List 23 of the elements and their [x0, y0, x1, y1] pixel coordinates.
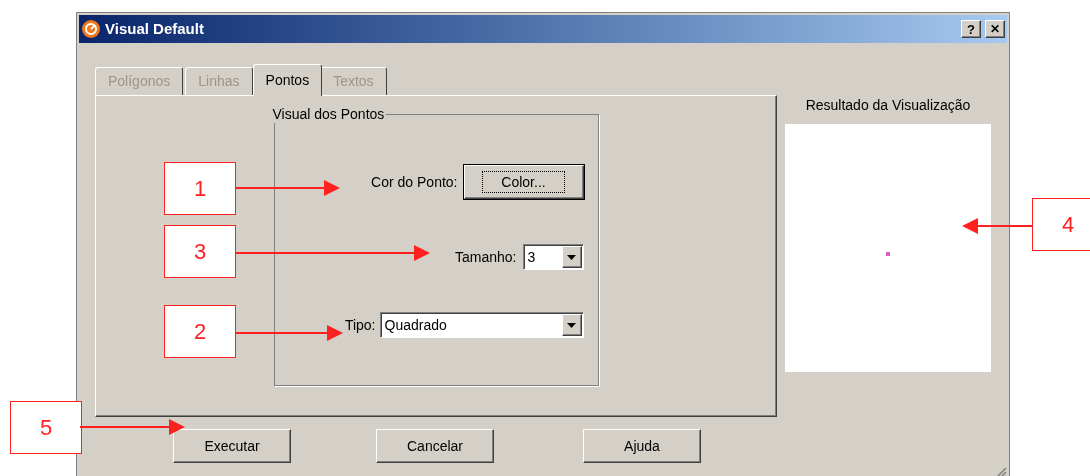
color-button[interactable]: Color... — [463, 165, 584, 199]
callout-box: 5 — [10, 401, 82, 454]
preview-title: Resultado da Visualização — [805, 96, 971, 115]
color-label: Cor do Ponto: — [371, 172, 458, 192]
callout-box: 2 — [164, 305, 236, 358]
type-label: Tipo: — [344, 315, 376, 335]
dialog-button[interactable]: Ajuda — [583, 429, 701, 463]
group-title: Visual dos Pontos — [270, 105, 387, 123]
app-logo-icon — [81, 19, 101, 39]
tab[interactable]: Pontos — [252, 64, 323, 96]
dropdown-field[interactable]: 3 — [522, 244, 584, 270]
size-label: Tamanho: — [455, 247, 517, 267]
dropdown-field[interactable]: Quadrado — [379, 312, 584, 338]
arrow — [962, 218, 1033, 234]
close-button[interactable]: ✕ — [985, 20, 1005, 38]
dialog-button[interactable]: Cancelar — [376, 429, 494, 463]
dialog-button[interactable]: Executar — [173, 429, 291, 463]
callout-box: 1 — [164, 162, 236, 215]
callout-box: 4 — [1032, 198, 1090, 251]
help-button[interactable]: ? — [961, 20, 981, 38]
window-title: Visual Default — [105, 18, 205, 39]
preview-point — [886, 252, 890, 256]
callout-box: 3 — [164, 225, 236, 278]
